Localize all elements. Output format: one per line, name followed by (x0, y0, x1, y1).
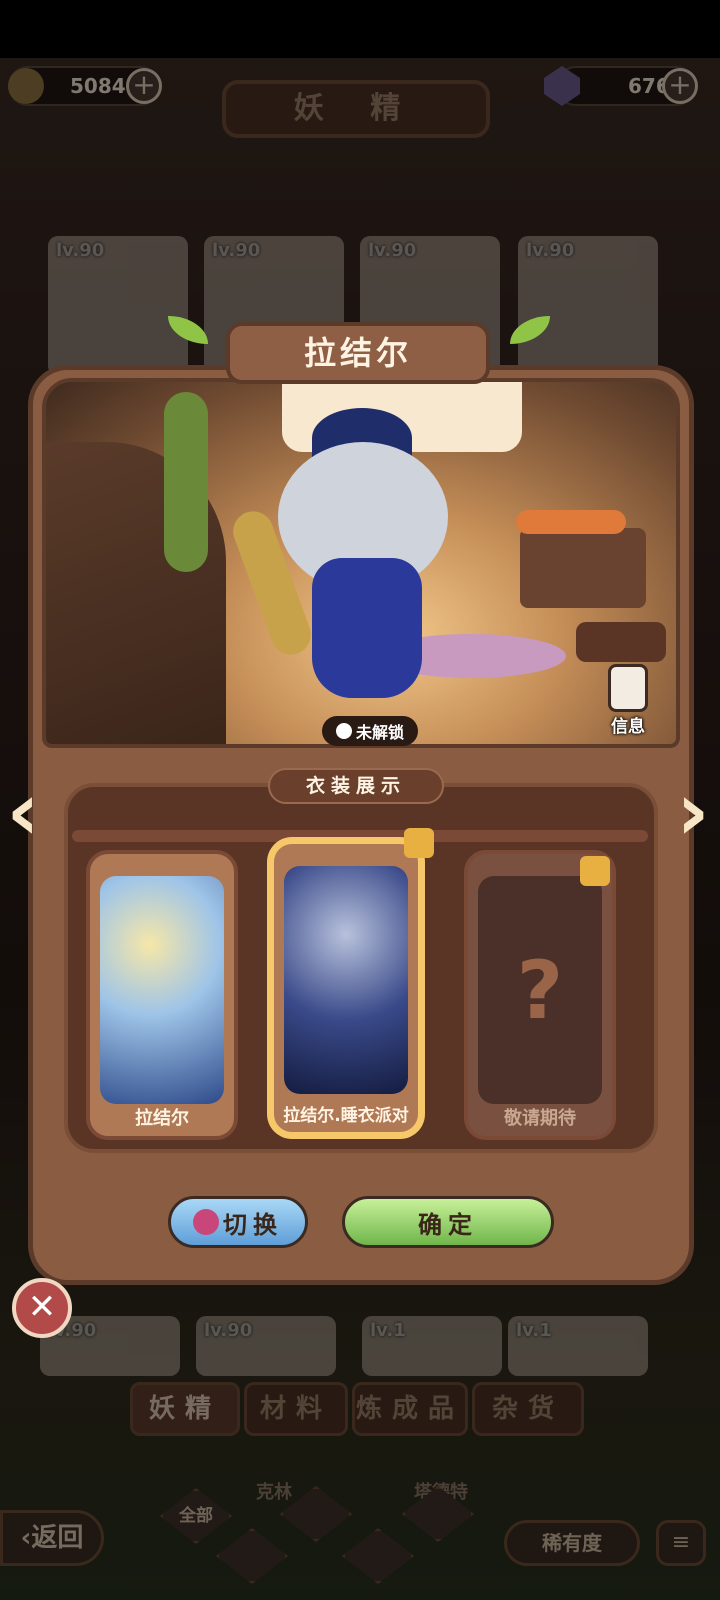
outfit-name: 拉结尔 (135, 1108, 189, 1129)
outfit-name: 拉结尔.睡衣派对 (283, 1106, 409, 1126)
outfit-art (100, 876, 224, 1104)
prev-outfit-arrow[interactable]: ‹ (0, 772, 46, 854)
outfit-art (284, 866, 408, 1094)
lock-status-badge: 未解锁 (322, 716, 418, 746)
close-button[interactable]: ✕ (12, 1278, 72, 1338)
confirm-button[interactable]: 确定 (342, 1196, 554, 1248)
character-name: 拉结尔 (226, 322, 490, 384)
clipboard-icon (608, 664, 648, 712)
info-button[interactable]: 信息 (598, 664, 658, 737)
switch-label: 切换 (223, 1210, 283, 1239)
padlock-icon (404, 828, 434, 858)
table (520, 528, 646, 608)
carrot (516, 510, 626, 534)
outfit-section-title: 衣装展示 (268, 768, 444, 804)
character-stage (42, 378, 680, 748)
next-outfit-arrow[interactable]: › (670, 772, 716, 854)
outfit-name: 敬请期待 (504, 1108, 576, 1129)
cactus-plant (164, 392, 208, 572)
question-mark-icon: ? (516, 943, 564, 1037)
status-bar (0, 0, 720, 58)
character-sprite (227, 408, 482, 708)
stool (576, 622, 666, 662)
outfit-card-pajama[interactable]: 拉结尔.睡衣派对 (270, 840, 422, 1136)
outfit-art: ? (478, 876, 602, 1104)
padlock-icon (580, 856, 610, 886)
outfit-card-coming-soon[interactable]: ? 敬请期待 (464, 850, 616, 1140)
outfit-card-default[interactable]: 拉结尔 (86, 850, 238, 1140)
switch-button[interactable]: 切换 (168, 1196, 308, 1248)
switch-icon (193, 1209, 219, 1235)
lock-status-text: 未解锁 (355, 723, 404, 742)
lock-icon (335, 723, 352, 739)
info-label: 信息 (611, 717, 645, 737)
